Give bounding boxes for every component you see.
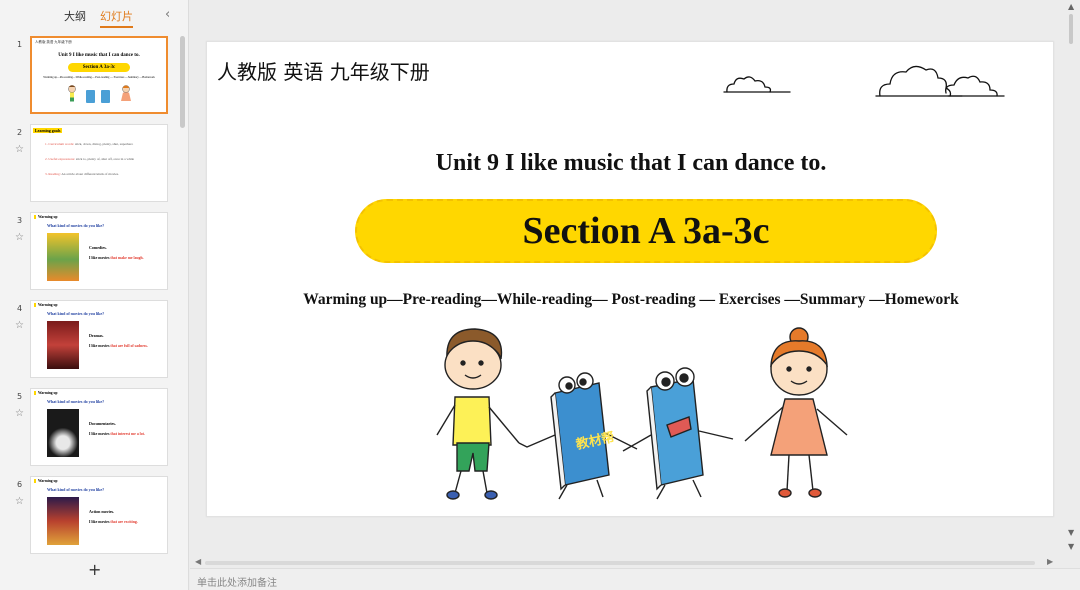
tab-slides[interactable]: 幻灯片 (100, 8, 133, 28)
slide-thumbnail-row: 4 ☆ Warming up What kind of movies do yo… (0, 300, 180, 380)
chevron-down-icon[interactable]: ▼ (1068, 528, 1074, 537)
slide-title: Unit 9 I like music that I can dance to. (435, 150, 827, 176)
thumb-label: Warming up (34, 479, 57, 483)
thumb-line: 2. Useful expressions: stick to, plenty … (45, 157, 135, 161)
horizontal-scrollbar[interactable]: ◀ ▶ (195, 557, 1057, 567)
thumb-genre: Action movies. (89, 509, 115, 514)
movie-poster-image (47, 233, 79, 281)
chevron-left-icon[interactable]: ‹ (165, 7, 170, 22)
thumb-genre: Dramas. (89, 333, 104, 338)
thumb-like: I like movies that are exciting. (89, 520, 138, 524)
slide-number: 2 (17, 128, 23, 137)
slides-panel: 大纲 幻灯片 ‹ 1 人教版 英语 九年级下册 Unit 9 I like mu… (0, 0, 189, 590)
movie-poster-image (47, 409, 79, 457)
chevron-left-icon[interactable]: ◀ (195, 557, 201, 566)
slide-thumbnail-3[interactable]: Warming up What kind of movies do you li… (30, 212, 168, 290)
slide-thumbnail-6[interactable]: Warming up What kind of movies do you li… (30, 476, 168, 554)
section-banner: Section A 3a-3c (355, 199, 937, 263)
thumb-nav: Warming up—Pre-reading—While-reading— Po… (43, 76, 155, 79)
slide-thumbnail-row: 3 ☆ Warming up What kind of movies do yo… (0, 212, 180, 292)
slide-thumbnail-row: 1 人教版 英语 九年级下册 Unit 9 I like music that … (0, 36, 180, 116)
slide-number: 3 (17, 216, 23, 225)
thumb-label: Warming up (34, 303, 57, 307)
thumb-label: Learning goals (33, 128, 63, 133)
thumb-label: Warming up (34, 215, 57, 219)
slide-canvas[interactable]: 人教版 英语 九年级下册 Unit 9 I like music that I … (206, 41, 1054, 517)
lesson-flow: Warming up—Pre-reading—While-reading— Po… (303, 291, 959, 308)
star-icon[interactable]: ☆ (15, 408, 24, 419)
slide-number: 5 (17, 392, 23, 401)
chevron-right-icon[interactable]: ▶ (1047, 557, 1053, 566)
thumb-question: What kind of movies do you like? (47, 223, 105, 228)
add-slide-button[interactable]: + (88, 560, 101, 579)
characters-illustration: 教材帮 (436, 327, 848, 500)
scrollbar-thumb[interactable] (1069, 14, 1073, 44)
notes-placeholder: 单击此处添加备注 (197, 578, 277, 589)
star-icon[interactable]: ☆ (15, 320, 24, 331)
scrollbar-track[interactable] (205, 561, 1035, 565)
slide-thumbnail-row: 6 ☆ Warming up What kind of movies do yo… (0, 476, 180, 556)
star-icon[interactable]: ☆ (15, 144, 24, 155)
thumb-question: What kind of movies do you like? (47, 487, 105, 492)
tab-outline[interactable]: 大纲 (64, 8, 86, 28)
thumb-section: Section A 3a-3c (68, 63, 130, 72)
section-label: Section A 3a-3c (522, 210, 770, 252)
slide-thumbnail-5[interactable]: Warming up What kind of movies do you li… (30, 388, 168, 466)
thumb-question: What kind of movies do you like? (47, 311, 105, 316)
movie-poster-image (47, 497, 79, 545)
thumb-line: 3. Reading: An article about different k… (45, 172, 119, 176)
movie-poster-image (47, 321, 79, 369)
star-icon[interactable]: ☆ (15, 496, 24, 507)
thumb-top-label: 人教版 英语 九年级下册 (35, 40, 72, 44)
thumb-title: Unit 9 I like music that I can dance to. (58, 53, 140, 58)
thumb-genre: Comedies. (89, 245, 107, 250)
slide-thumbnail-1[interactable]: 人教版 英语 九年级下册 Unit 9 I like music that I … (30, 36, 168, 114)
chevron-up-icon[interactable]: ▲ (1068, 2, 1074, 11)
thumb-like: I like movies that interest me a lot. (89, 432, 145, 436)
slide-top-label: 人教版 英语 九年级下册 (217, 60, 430, 84)
thumb-genre: Documentaries. (89, 421, 116, 426)
thumb-line: 1. Curriculum words: stick, down, dialog… (45, 142, 134, 146)
slide-number: 4 (17, 304, 23, 313)
slide-number: 1 (17, 40, 23, 49)
thumb-like: I like movies that make me laugh. (89, 256, 144, 260)
thumb-label: Warming up (34, 391, 57, 395)
panel-tabs: 大纲 幻灯片 (64, 8, 133, 28)
notes-area[interactable]: 单击此处添加备注 (190, 568, 1080, 590)
slide-thumbnail-row: 5 ☆ Warming up What kind of movies do yo… (0, 388, 180, 468)
vertical-scrollbar[interactable]: ▲ ▼ ▼ (1062, 0, 1080, 560)
star-icon[interactable]: ☆ (15, 232, 24, 243)
slide-thumbnail-4[interactable]: Warming up What kind of movies do you li… (30, 300, 168, 378)
slide-thumbnail-row: 2 ☆ Learning goals 1. Curriculum words: … (0, 124, 180, 204)
slide-thumbnail-2[interactable]: Learning goals 1. Curriculum words: stic… (30, 124, 168, 202)
chevron-down-icon[interactable]: ▼ (1068, 542, 1074, 551)
thumb-question: What kind of movies do you like? (47, 399, 105, 404)
thumbnail-scrollbar[interactable] (180, 36, 185, 128)
slide-number: 6 (17, 480, 23, 489)
thumb-like: I like movies that are full of sadness. (89, 344, 148, 348)
characters-illustration (68, 85, 131, 103)
clouds-decoration (723, 65, 1005, 97)
